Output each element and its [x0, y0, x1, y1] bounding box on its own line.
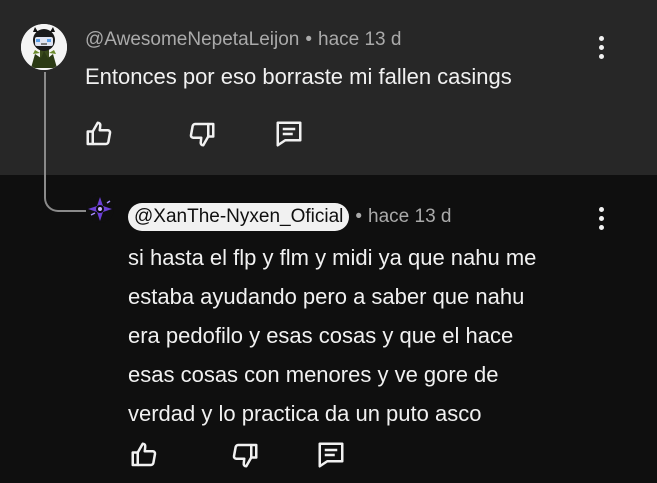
reply-line: era pedofilo y esas cosas y que el hace	[128, 323, 514, 348]
thumb-up-icon	[131, 442, 157, 467]
comment-icon	[276, 121, 302, 147]
thumb-down-icon	[189, 122, 215, 147]
dislike-button[interactable]	[228, 438, 262, 472]
reply-button[interactable]	[272, 117, 306, 151]
avatar[interactable]	[86, 195, 114, 223]
more-vert-icon[interactable]	[590, 204, 612, 232]
thumb-up-icon	[86, 121, 112, 146]
comment-timestamp[interactable]: hace 13 d	[318, 29, 401, 51]
meta-separator: •	[305, 29, 312, 50]
purple-star-avatar-icon	[86, 195, 114, 223]
comment-meta: @XanThe-Nyxen_Oficial • hace 13 d	[128, 203, 452, 231]
meta-separator: •	[355, 206, 363, 227]
reply-line: si hasta el flp y flm y midi ya que nahu…	[128, 245, 537, 270]
comment-timestamp[interactable]: hace 13 d	[368, 206, 451, 228]
comment-text: Entonces por eso borraste mi fallen casi…	[85, 64, 512, 89]
reply-line: esas cosas con menores y ve gore de	[128, 362, 499, 387]
reply-line: verdad y lo practica da un puto asco	[128, 401, 482, 426]
dislike-button[interactable]	[185, 117, 219, 151]
thumb-down-icon	[232, 443, 258, 468]
comment-icon	[318, 442, 344, 468]
reply-text: si hasta el flp y flm y midi ya que nahu…	[128, 238, 618, 433]
reply-line: estaba ayudando pero a saber que nahu	[128, 284, 525, 309]
mention-pill[interactable]: @XanThe-Nyxen_Oficial	[128, 203, 350, 231]
comment-meta: @AwesomeNepetaLeijon • hace 13 d	[85, 29, 401, 51]
more-vert-icon[interactable]	[590, 33, 612, 61]
avatar[interactable]	[21, 24, 67, 70]
cartoon-character-avatar-icon	[21, 24, 67, 70]
like-button[interactable]	[127, 438, 161, 472]
comment-author[interactable]: @AwesomeNepetaLeijon	[85, 29, 299, 51]
reply-button[interactable]	[314, 438, 348, 472]
like-button[interactable]	[82, 117, 116, 151]
reply-thread-line	[44, 72, 86, 212]
